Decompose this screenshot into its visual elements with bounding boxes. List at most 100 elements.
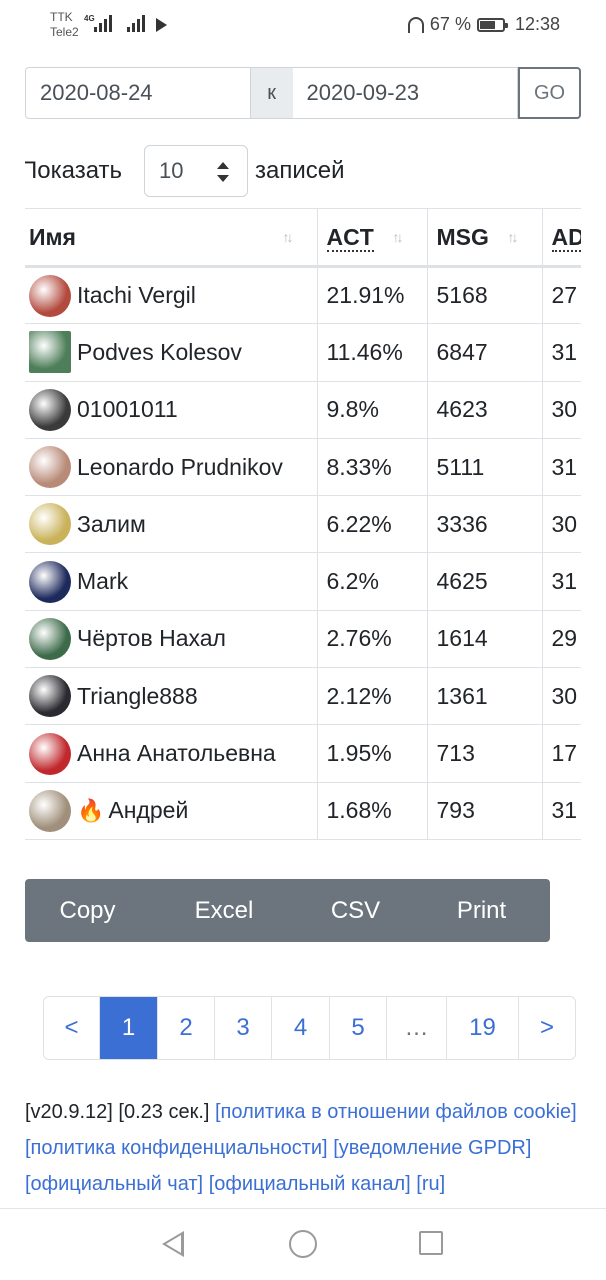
select-arrows-icon — [217, 162, 229, 182]
cell-name: Залим — [25, 495, 318, 554]
cell-act: 11.46% — [317, 323, 428, 382]
fire-emoji-icon: 🔥 — [77, 797, 105, 823]
cell-msg: 4623 — [427, 381, 543, 439]
table-row: Анна Анатольевна 1.95% 713 17 — [25, 724, 581, 783]
stats-table: Имя ↑↓ ACT ↑↓ MSG ↑↓ AD Itachi Vergil 21.… — [25, 208, 581, 840]
back-icon[interactable] — [162, 1231, 184, 1257]
pagination-page-4[interactable]: 4 — [272, 997, 330, 1059]
cell-name: Podves Kolesov — [25, 323, 318, 382]
cell-msg: 1361 — [427, 667, 543, 726]
cell-name: Itachi Vergil — [25, 266, 318, 325]
date-from-input[interactable]: 2020-08-24 — [25, 67, 251, 119]
column-header-msg[interactable]: MSG ↑↓ — [427, 208, 543, 268]
carrier-2: Tele2 — [50, 25, 79, 39]
pagination: < 1 2 3 4 5 … 19 > — [43, 996, 576, 1060]
cell-act: 1.68% — [317, 782, 428, 840]
pagination-prev[interactable]: < — [44, 997, 100, 1059]
cell-ad: 31 — [542, 438, 581, 497]
page-length-select[interactable]: 10 — [144, 145, 248, 197]
cell-ad: 30 — [542, 495, 581, 554]
carrier-1: TTK — [50, 10, 73, 24]
avatar — [29, 617, 71, 660]
show-label: Показать — [20, 157, 123, 184]
user-name: Triangle888 — [77, 682, 198, 709]
cell-name: 🔥 Андрей — [25, 782, 318, 840]
column-header-ad[interactable]: AD — [542, 208, 581, 268]
pagination-page-5[interactable]: 5 — [330, 997, 387, 1059]
copy-button[interactable]: Copy — [25, 879, 150, 942]
table-row: Podves Kolesov 11.46% 6847 31 — [25, 323, 581, 382]
avatar — [29, 503, 71, 546]
cell-ad: 27 — [542, 266, 581, 325]
cell-ad: 31 — [542, 323, 581, 382]
user-name: 01001011 — [77, 396, 178, 423]
cell-act: 1.95% — [317, 724, 428, 783]
cell-ad: 31 — [542, 552, 581, 611]
print-button[interactable]: Print — [413, 879, 550, 942]
cell-act: 2.76% — [317, 610, 428, 669]
date-to-input[interactable]: 2020-09-23 — [292, 67, 519, 119]
avatar — [29, 274, 71, 317]
cell-msg: 4625 — [427, 552, 543, 611]
avatar — [29, 446, 71, 489]
pagination-page-1[interactable]: 1 — [100, 997, 158, 1059]
stats-table-wrapper[interactable]: Имя ↑↓ ACT ↑↓ MSG ↑↓ AD Itachi Vergil 21.… — [25, 208, 581, 842]
cell-act: 2.12% — [317, 667, 428, 726]
excel-button[interactable]: Excel — [150, 879, 298, 942]
avatar — [29, 675, 71, 718]
version-text: [v20.9.12] — [25, 1101, 113, 1123]
gdpr-notice-link[interactable]: [уведомление GPDR] — [333, 1137, 531, 1159]
pagination-page-2[interactable]: 2 — [158, 997, 215, 1059]
carrier-info: TTK Tele2 — [50, 10, 79, 40]
cell-name: Чёртов Нахал — [25, 610, 318, 669]
user-name: Mark — [77, 568, 129, 595]
csv-button[interactable]: CSV — [298, 879, 413, 942]
recent-apps-icon[interactable] — [419, 1231, 443, 1255]
pagination-next[interactable]: > — [519, 997, 575, 1059]
date-range-separator: к — [250, 67, 293, 119]
avatar — [29, 789, 71, 832]
export-button-group: Copy Excel CSV Print — [25, 879, 550, 942]
cell-msg: 793 — [427, 782, 543, 840]
battery-percent: 67 % — [429, 14, 471, 34]
user-name: Анна Анатольевна — [77, 740, 276, 767]
table-row: Itachi Vergil 21.91% 5168 27 — [25, 266, 581, 325]
clock: 12:38 — [514, 14, 560, 34]
status-bar: TTK Tele2 4G 67 % 12:38 — [0, 0, 606, 50]
user-name: Чёртов Нахал — [77, 625, 226, 652]
cell-msg: 5168 — [427, 266, 543, 325]
official-chat-link[interactable]: [официальный чат] — [25, 1173, 203, 1195]
signal-icon-2 — [127, 14, 145, 32]
table-header-row: Имя ↑↓ ACT ↑↓ MSG ↑↓ AD — [25, 208, 581, 268]
go-button[interactable]: GO — [518, 67, 581, 119]
avatar — [29, 560, 71, 603]
headset-icon — [407, 16, 424, 33]
language-link[interactable]: [ru] — [416, 1173, 445, 1195]
official-channel-link[interactable]: [официальный канал] — [209, 1173, 411, 1195]
records-label: записей — [255, 157, 345, 184]
avatar — [29, 732, 71, 775]
cell-name: Leonardo Prudnikov — [25, 438, 318, 497]
column-header-act[interactable]: ACT ↑↓ — [317, 208, 428, 268]
home-icon[interactable] — [289, 1230, 317, 1258]
column-header-name[interactable]: Имя ↑↓ — [25, 208, 318, 268]
timing-text: [0.23 сек.] — [118, 1101, 210, 1123]
sort-arrows-icon: ↑↓ — [392, 229, 404, 245]
cell-msg: 3336 — [427, 495, 543, 554]
signal-icon — [94, 14, 112, 32]
cell-msg: 6847 — [427, 323, 543, 382]
page-length-control: Показать 10 записей — [0, 145, 600, 199]
cell-msg: 1614 — [427, 610, 543, 669]
cell-ad: 29 — [542, 610, 581, 669]
cookie-policy-link[interactable]: [политика в отношении файлов cookie] — [215, 1101, 577, 1123]
sort-arrows-icon: ↑↓ — [282, 229, 294, 245]
user-name: Leonardo Prudnikov — [77, 453, 283, 480]
table-row: Triangle888 2.12% 1361 30 — [25, 667, 581, 726]
pagination-page-3[interactable]: 3 — [215, 997, 272, 1059]
privacy-policy-link[interactable]: [политика конфиденциальности] — [25, 1137, 328, 1159]
page-length-value: 10 — [159, 158, 184, 183]
user-name: Itachi Vergil — [77, 282, 196, 309]
pagination-ellipsis: … — [387, 997, 447, 1059]
pagination-page-19[interactable]: 19 — [447, 997, 519, 1059]
cell-msg: 5111 — [427, 438, 543, 497]
